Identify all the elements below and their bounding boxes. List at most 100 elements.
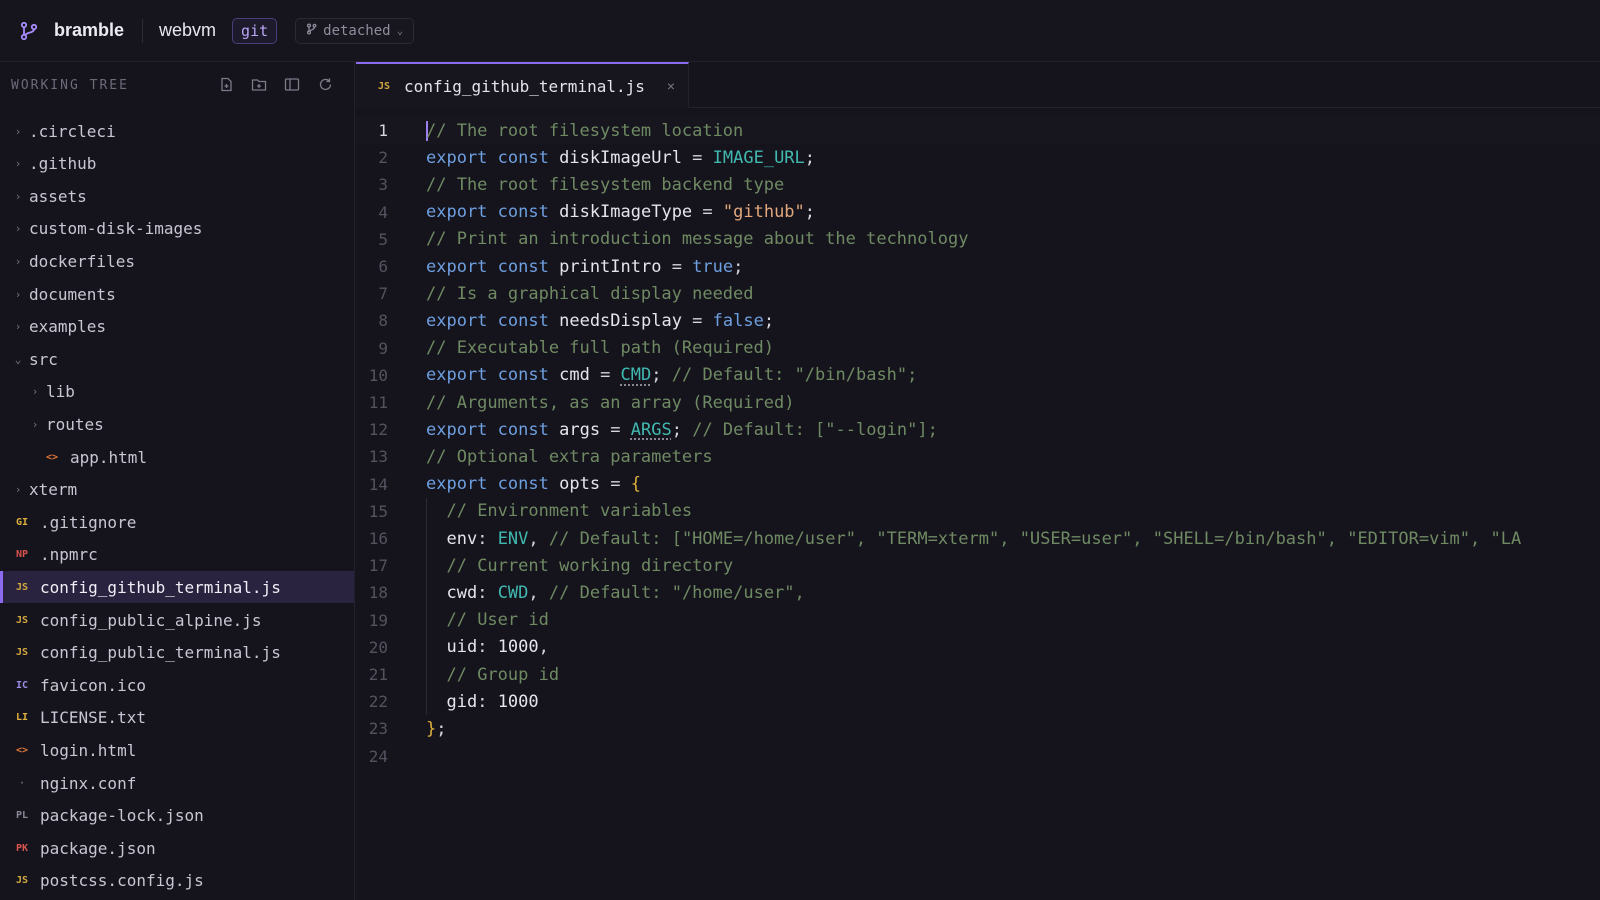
tree-item-label: package-lock.json xyxy=(40,806,204,826)
code-content: export const opts = { xyxy=(426,474,641,494)
code-token: { xyxy=(630,474,642,495)
code-line[interactable]: 7 // Is a graphical display needed xyxy=(356,280,1600,307)
chevron-right-icon[interactable]: › xyxy=(12,288,24,301)
chevron-right-icon[interactable]: › xyxy=(12,125,24,138)
chevron-right-icon[interactable]: › xyxy=(12,255,24,268)
refresh-icon[interactable] xyxy=(315,74,335,94)
chevron-right-icon[interactable]: › xyxy=(29,385,41,398)
tab-config-github-terminal[interactable]: JS config_github_terminal.js × xyxy=(356,62,689,108)
tree-file[interactable]: JS config_github_terminal.js xyxy=(0,571,354,604)
code-line[interactable]: 21 // Group id xyxy=(356,661,1600,688)
code-line[interactable]: 12 export const args = ARGS; // Default: … xyxy=(356,416,1600,443)
vcs-badge[interactable]: git xyxy=(232,17,278,44)
code-line[interactable]: 1 // The root filesystem location xyxy=(356,117,1600,144)
tree-file[interactable]: NP .npmrc xyxy=(0,539,354,571)
tree-item-label: postcss.config.js xyxy=(40,871,204,891)
code-line[interactable]: 23}; xyxy=(356,715,1600,742)
code-token: const xyxy=(497,256,549,277)
code-content: // Group id xyxy=(426,665,559,685)
code-line[interactable]: 3 // The root filesystem backend type xyxy=(356,171,1600,198)
tree-folder[interactable]: › examples xyxy=(0,311,354,343)
code-token: // The root filesystem location xyxy=(426,120,744,141)
code-line[interactable]: 13 // Optional extra parameters xyxy=(356,443,1600,470)
code-line[interactable]: 9 // Executable full path (Required) xyxy=(356,335,1600,362)
chevron-right-icon[interactable]: › xyxy=(12,157,24,170)
split-view-icon[interactable] xyxy=(282,74,302,94)
file-type-icon: <> xyxy=(45,451,59,463)
code-line[interactable]: 17 // Current working directory xyxy=(356,552,1600,579)
tree-file[interactable]: LI LICENSE.txt xyxy=(0,702,354,734)
code-token: : xyxy=(477,582,498,603)
code-line[interactable]: 24 xyxy=(356,743,1600,770)
tree-file[interactable]: JS config_public_terminal.js xyxy=(0,637,354,669)
code-token: ; xyxy=(651,365,672,386)
code-token: 1000 xyxy=(497,691,539,712)
code-token: export xyxy=(426,147,488,168)
code-line[interactable]: 18 cwd: CWD, // Default: "/home/user", xyxy=(356,579,1600,606)
code-content: env: ENV, // Default: ["HOME=/home/user"… xyxy=(426,529,1521,549)
chevron-right-icon[interactable]: › xyxy=(12,320,24,333)
repo-name[interactable]: webvm xyxy=(159,20,216,41)
code-content: // The root filesystem location xyxy=(426,120,744,141)
tree-folder[interactable]: › lib xyxy=(0,376,354,408)
tree-folder[interactable]: ⌄ src xyxy=(0,343,354,375)
code-token: env xyxy=(446,528,478,549)
code-line[interactable]: 5 // Print an introduction message about … xyxy=(356,226,1600,253)
code-line[interactable]: 19 // User id xyxy=(356,607,1600,634)
tree-file[interactable]: GI .gitignore xyxy=(0,506,354,538)
code-line[interactable]: 10 export const cmd = CMD; // Default: "/… xyxy=(356,362,1600,389)
tree-item-label: package.json xyxy=(40,838,156,858)
code-token: ; xyxy=(436,718,447,739)
tree-file[interactable]: · nginx.conf xyxy=(0,767,354,799)
branch-selector[interactable]: detached ⌄ xyxy=(295,17,415,44)
chevron-right-icon[interactable]: › xyxy=(12,483,24,496)
chevron-right-icon[interactable]: › xyxy=(29,418,41,431)
code-line[interactable]: 11 // Arguments, as an array (Required) xyxy=(356,389,1600,416)
tree-item-label: assets xyxy=(29,186,87,206)
close-icon[interactable]: × xyxy=(667,78,675,94)
code-line[interactable]: 15 // Environment variables xyxy=(356,498,1600,525)
tree-item-label: examples xyxy=(29,317,107,337)
code-line[interactable]: 6 export const printIntro = true; xyxy=(356,253,1600,280)
code-content: // Optional extra parameters xyxy=(426,447,713,467)
tree-folder[interactable]: › xterm xyxy=(0,474,354,506)
chevron-down-icon[interactable]: ⌄ xyxy=(12,353,24,366)
tree-folder[interactable]: › documents xyxy=(0,278,354,310)
tree-folder[interactable]: › assets xyxy=(0,180,354,212)
tree-folder[interactable]: › .github xyxy=(0,148,354,180)
code-line[interactable]: 16 env: ENV, // Default: ["HOME=/home/us… xyxy=(356,525,1600,552)
code-token: export xyxy=(426,256,488,277)
line-number: 13 xyxy=(368,447,388,467)
tree-item-label: nginx.conf xyxy=(40,773,137,793)
code-line[interactable]: 8 export const needsDisplay = false; xyxy=(356,307,1600,334)
chevron-right-icon[interactable]: › xyxy=(12,222,24,235)
tree-file[interactable]: <> app.html xyxy=(0,441,354,473)
new-folder-icon[interactable] xyxy=(249,74,269,94)
tree-folder[interactable]: › routes xyxy=(0,408,354,440)
new-file-icon[interactable] xyxy=(216,74,236,94)
tree-file[interactable]: IC favicon.ico xyxy=(0,669,354,701)
code-line[interactable]: 22 gid: 1000 xyxy=(356,688,1600,715)
code-line[interactable]: 2 export const diskImageUrl = IMAGE_URL; xyxy=(356,144,1600,171)
file-type-icon: JS xyxy=(15,875,29,887)
code-token: true xyxy=(692,256,734,277)
tree-folder[interactable]: › custom-disk-images xyxy=(0,213,354,245)
tree-folder[interactable]: › .circleci xyxy=(0,115,354,147)
tree-file[interactable]: JS config_public_alpine.js xyxy=(0,604,354,636)
code-token: CWD xyxy=(497,582,529,603)
code-line[interactable]: 4 export const diskImageType = "github"; xyxy=(356,199,1600,226)
code-line[interactable]: 20 uid: 1000, xyxy=(356,634,1600,661)
tree-file[interactable]: JS postcss.config.js xyxy=(0,865,354,897)
code-line[interactable]: 14 export const opts = { xyxy=(356,471,1600,498)
tree-file[interactable]: PK package.json xyxy=(0,832,354,864)
tree-file[interactable]: PL package-lock.json xyxy=(0,800,354,832)
code-editor[interactable]: 1 // The root filesystem location 2 export … xyxy=(356,109,1600,900)
tree-folder[interactable]: › dockerfiles xyxy=(0,245,354,277)
tree-file[interactable]: <> login.html xyxy=(0,734,354,766)
tree-item-label: config_github_terminal.js xyxy=(40,577,281,597)
chevron-right-icon[interactable]: › xyxy=(12,190,24,203)
